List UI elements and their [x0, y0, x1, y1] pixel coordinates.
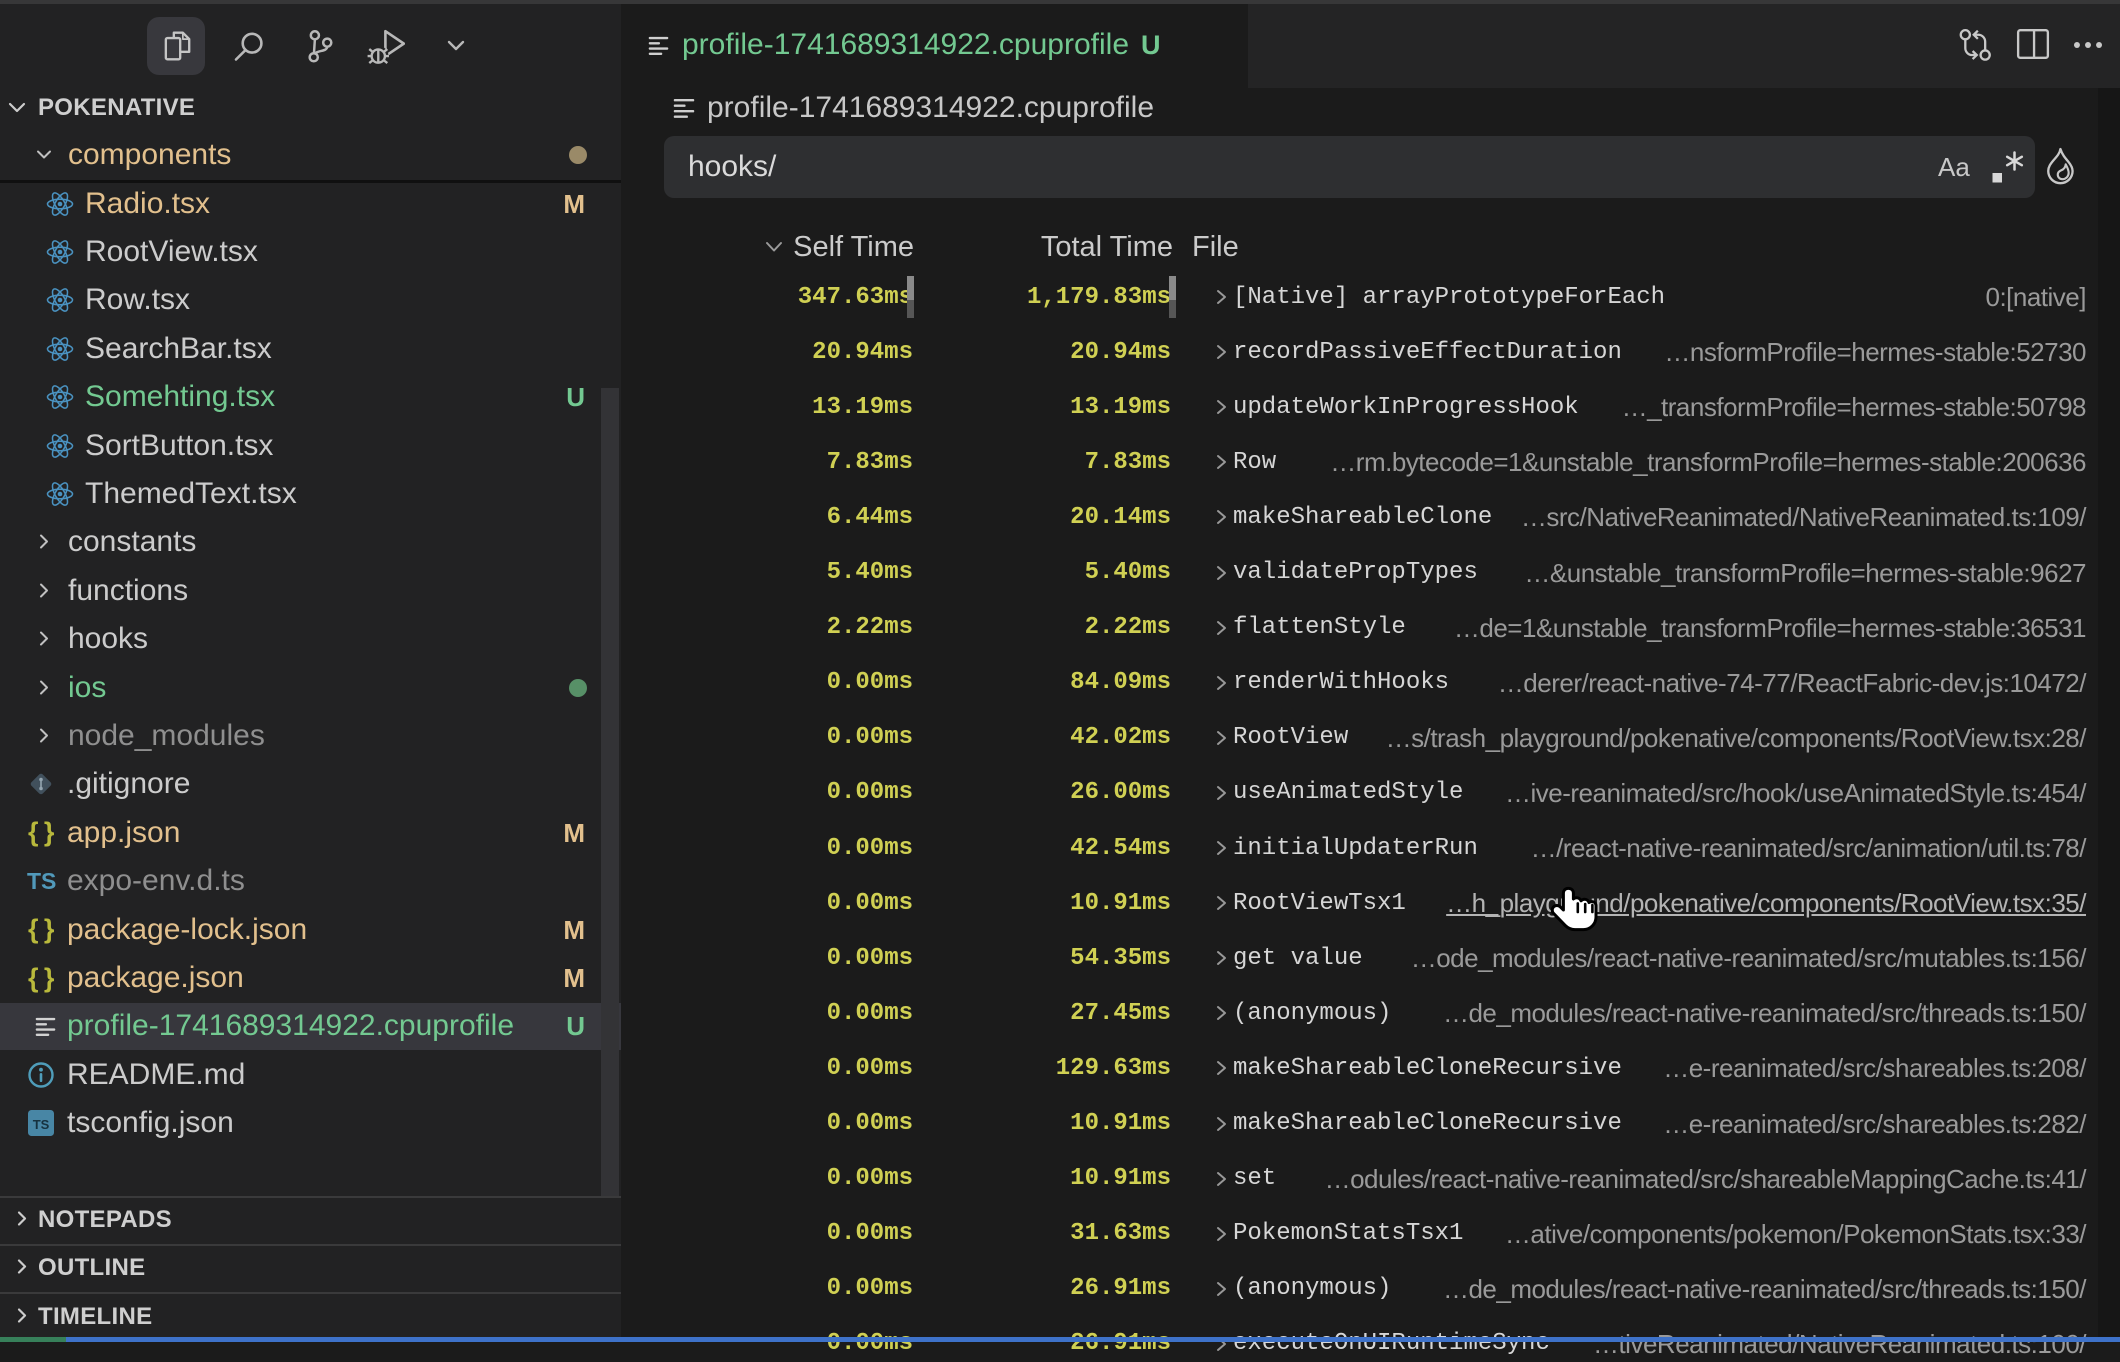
svg-text:TS: TS	[33, 1117, 50, 1132]
